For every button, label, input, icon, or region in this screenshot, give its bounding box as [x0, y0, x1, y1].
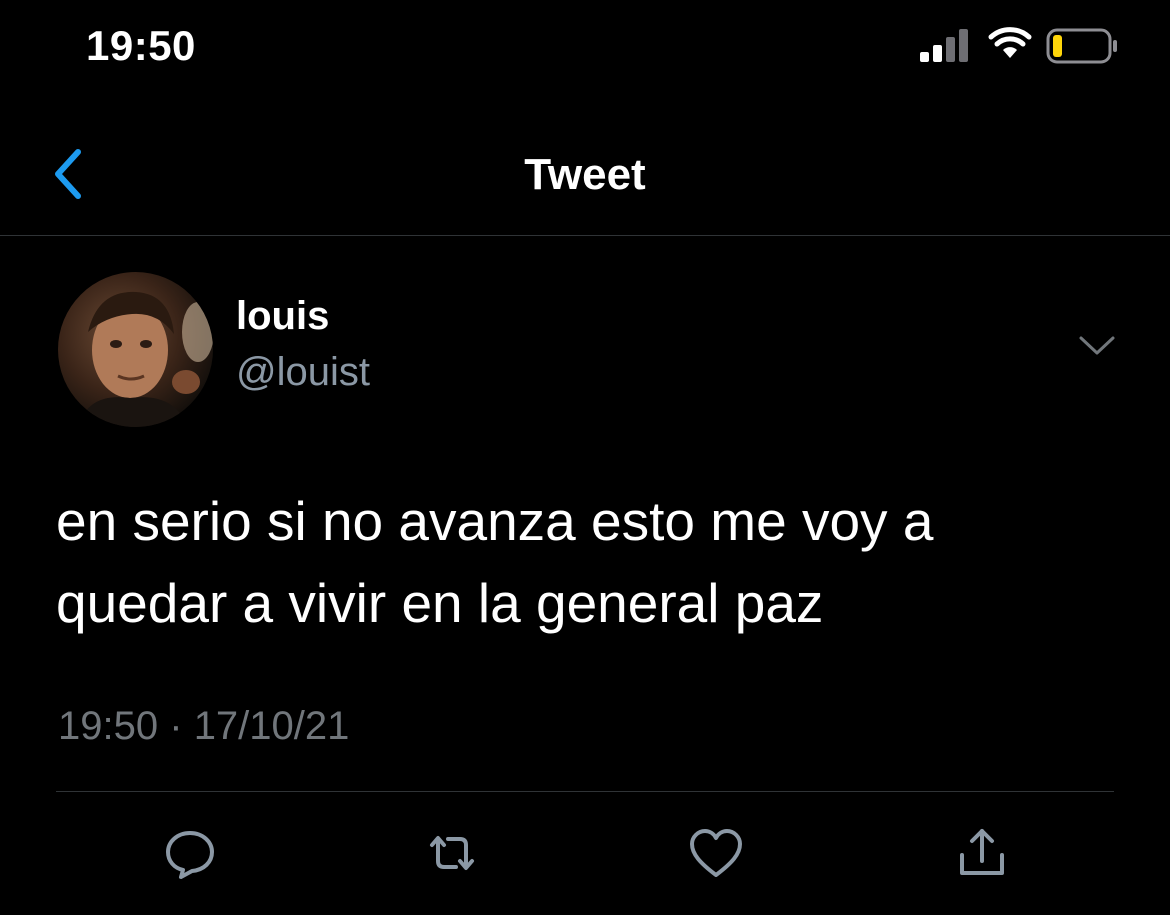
- nav-bar: Tweet: [0, 110, 1170, 236]
- heart-icon[interactable]: [686, 823, 746, 883]
- status-icons: [918, 24, 1128, 68]
- avatar[interactable]: [58, 272, 213, 427]
- wifi-icon: [988, 27, 1032, 58]
- timestamp-separator: ·: [169, 704, 183, 748]
- reply-icon[interactable]: [160, 823, 220, 883]
- tweet-text: en serio si no avanza esto me voy a qued…: [56, 490, 934, 634]
- divider: [56, 791, 1114, 792]
- page-title: Tweet: [524, 150, 646, 199]
- share-icon[interactable]: [952, 823, 1012, 883]
- status-time: 19:50: [86, 22, 196, 69]
- user-handle[interactable]: @louist: [236, 350, 370, 395]
- action-bar: [0, 815, 1170, 895]
- status-bar: 19:50: [0, 0, 1170, 100]
- avatar-photo-icon: [78, 291, 213, 427]
- battery-icon: [1046, 28, 1117, 64]
- display-name[interactable]: louis: [236, 294, 329, 339]
- tweet-header: louis @louist: [0, 270, 1170, 440]
- retweet-icon[interactable]: [422, 823, 482, 883]
- tweet-date: 17/10/21: [193, 704, 350, 748]
- tweet-timestamp: 19:50 · 17/10/21: [58, 704, 349, 749]
- chevron-down-icon[interactable]: [1078, 334, 1116, 358]
- tweet-time: 19:50: [58, 704, 159, 748]
- signal-icon: [920, 29, 968, 62]
